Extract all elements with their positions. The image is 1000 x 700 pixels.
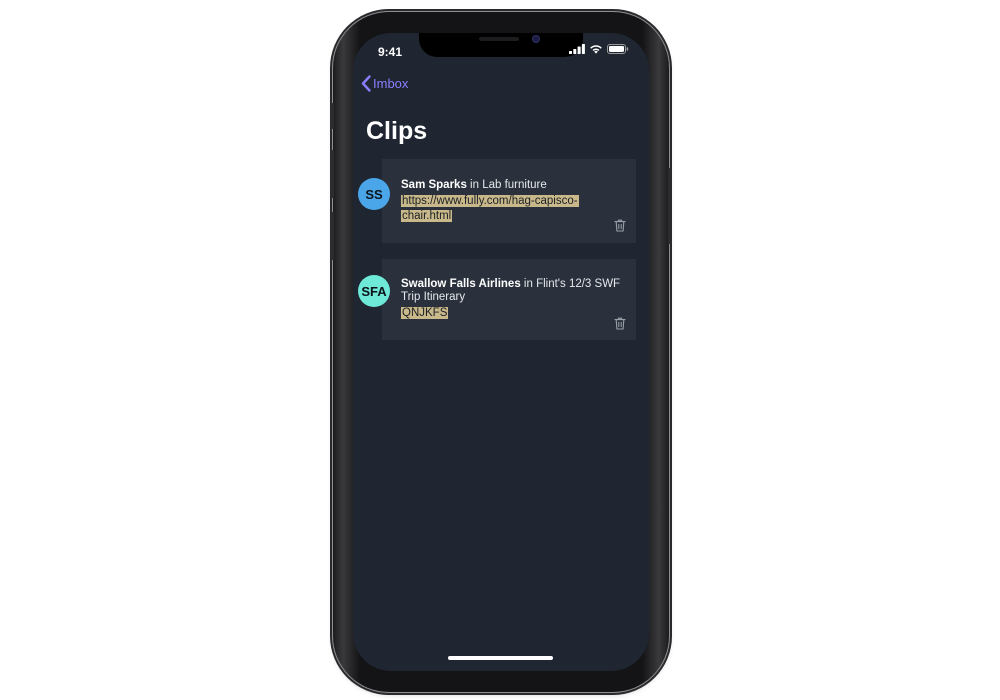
clip-text: Sam Sparks in Lab furniture https://www.… [401,179,611,224]
volume-up-button [331,150,334,198]
clip-sender: Swallow Falls Airlines [401,278,521,290]
clip-highlight: https://www.fully.com/hag-capisco- [401,195,579,207]
front-camera [532,35,540,43]
back-button[interactable]: Imbox [361,75,408,92]
page-title: Clips [366,117,428,145]
clip-highlight: QNJKFS [401,307,449,319]
avatar[interactable]: SS [358,178,390,210]
clip-content[interactable]: https://www.fully.com/hag-capisco- chair… [401,194,611,224]
battery-icon [607,44,629,54]
status-icons [569,44,629,54]
clip-card[interactable]: Swallow Falls Airlines in Flint's 12/3 S… [382,259,636,340]
cellular-signal-icon [569,44,585,54]
clip-highlight: chair.html [401,210,453,222]
status-time: 9:41 [378,45,403,59]
trash-icon[interactable] [614,317,626,330]
clip-sender: Sam Sparks [401,179,467,191]
back-label: Imbox [373,76,409,91]
avatar[interactable]: SFA [358,275,390,307]
volume-down-button [331,212,334,260]
chevron-left-icon [361,75,371,92]
notch [419,33,583,57]
speaker-grille [479,37,519,41]
wifi-icon [590,45,602,54]
clip-card[interactable]: Sam Sparks in Lab furniture https://www.… [382,159,636,243]
trash-icon[interactable] [614,219,626,232]
home-indicator[interactable] [448,656,553,660]
clip-context: in Lab furniture [466,179,547,191]
silent-switch [331,103,334,129]
phone-screen: 9:41 Imbox Clips Sam Sparks in Lab furni… [353,33,649,671]
clip-content[interactable]: QNJKFS [401,306,621,321]
power-button [668,168,671,244]
clip-text: Swallow Falls Airlines in Flint's 12/3 S… [401,278,621,321]
